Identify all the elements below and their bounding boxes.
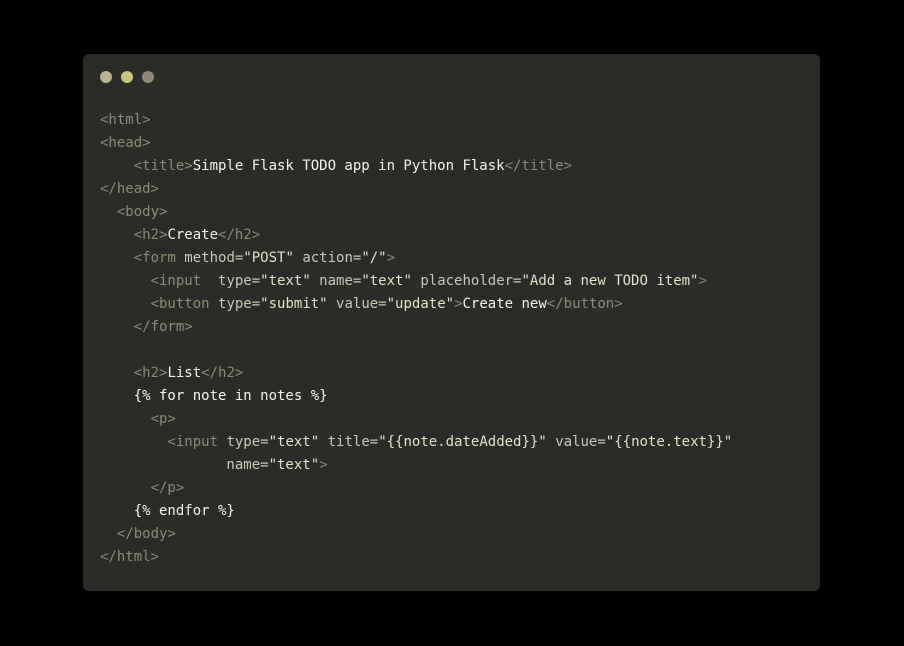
code-token: "submit"	[260, 296, 328, 312]
code-token: </button>	[546, 296, 623, 312]
code-token: Create new	[462, 296, 547, 312]
code-line: name="text">	[100, 454, 732, 477]
code-line: <button type="submit" value="update">Cre…	[100, 293, 732, 316]
code-token: </h2>	[201, 365, 244, 381]
window-dot-3-icon	[142, 71, 154, 83]
code-line: <input type="text" title="{{note.dateAdd…	[100, 431, 732, 454]
code-token: </h2>	[218, 227, 261, 243]
code-token: <h2>	[100, 227, 168, 243]
code-token: "POST"	[243, 250, 294, 266]
code-token: </title>	[504, 158, 573, 174]
code-line: <html>	[100, 109, 732, 132]
code-token: Simple Flask TODO app in Python Flask	[192, 158, 505, 174]
code-token: <form	[100, 250, 185, 266]
code-line: <h2>List</h2>	[100, 362, 732, 385]
code-token: >	[454, 296, 463, 312]
code-token: "/"	[361, 250, 387, 266]
code-token: {% for note in notes %}	[100, 388, 328, 404]
code-token: "{{note.dateAdded}}"	[378, 434, 547, 450]
code-line: <head>	[100, 132, 732, 155]
code-token: value=	[327, 296, 387, 312]
code-block: <html> <head> <title>Simple Flask TODO ap…	[100, 109, 732, 569]
code-line: {% endfor %}	[100, 500, 732, 523]
code-token: List	[167, 365, 202, 381]
code-line: <title>Simple Flask TODO app in Python F…	[100, 155, 732, 178]
code-token: "text"	[361, 273, 412, 289]
code-token: </form>	[100, 319, 193, 335]
code-token: </p>	[100, 480, 185, 496]
code-token: "update"	[386, 296, 455, 312]
code-line: <form method="POST" action="/">	[100, 247, 732, 270]
code-line: {% for note in notes %}	[100, 385, 732, 408]
code-window: <html> <head> <title>Simple Flask TODO ap…	[83, 54, 820, 591]
code-token: <input	[100, 273, 219, 289]
code-token: title=	[319, 434, 379, 450]
code-token: >	[386, 250, 396, 266]
code-token: {% endfor %}	[100, 503, 235, 519]
code-line: </head>	[100, 178, 732, 201]
code-token: </body>	[100, 526, 176, 542]
code-token: Create	[167, 227, 219, 243]
code-token: >	[319, 457, 328, 473]
code-token: </html>	[100, 549, 160, 565]
code-token: "{{note.text}}"	[605, 434, 733, 450]
code-line: </html>	[100, 546, 732, 569]
code-token: <p>	[100, 411, 176, 427]
code-token: type=	[218, 273, 261, 289]
code-line: </p>	[100, 477, 732, 500]
code-line: </form>	[100, 316, 732, 339]
code-token: name=	[310, 273, 362, 289]
code-line: <p>	[100, 408, 732, 431]
code-token: "text"	[268, 434, 320, 450]
code-token: <html>	[100, 112, 151, 128]
code-token: "Add a new TODO item"	[521, 273, 699, 289]
code-token: <body>	[100, 204, 168, 220]
code-token: method=	[184, 250, 244, 266]
code-token: <input	[100, 434, 227, 450]
code-line: <h2>Create</h2>	[100, 224, 732, 247]
code-token: value=	[546, 434, 606, 450]
code-token: placeholder=	[411, 273, 522, 289]
code-token: type=	[226, 434, 269, 450]
code-token: action=	[293, 250, 362, 266]
window-dot-2-icon	[121, 71, 133, 83]
code-line: </body>	[100, 523, 732, 546]
code-token: "text"	[268, 457, 320, 473]
code-token: <h2>	[100, 365, 168, 381]
code-token: type=	[218, 296, 261, 312]
code-token: "text"	[260, 273, 311, 289]
code-line: <body>	[100, 201, 732, 224]
code-token: <button	[100, 296, 219, 312]
code-token: </head>	[100, 181, 160, 197]
code-line: <input type="text" name="text" placehold…	[100, 270, 732, 293]
code-token: name=	[100, 457, 269, 473]
code-token: <title>	[100, 158, 193, 174]
code-token: >	[698, 273, 707, 289]
code-token: <head>	[100, 135, 151, 151]
window-titlebar	[83, 54, 820, 100]
window-dot-1-icon	[100, 71, 112, 83]
